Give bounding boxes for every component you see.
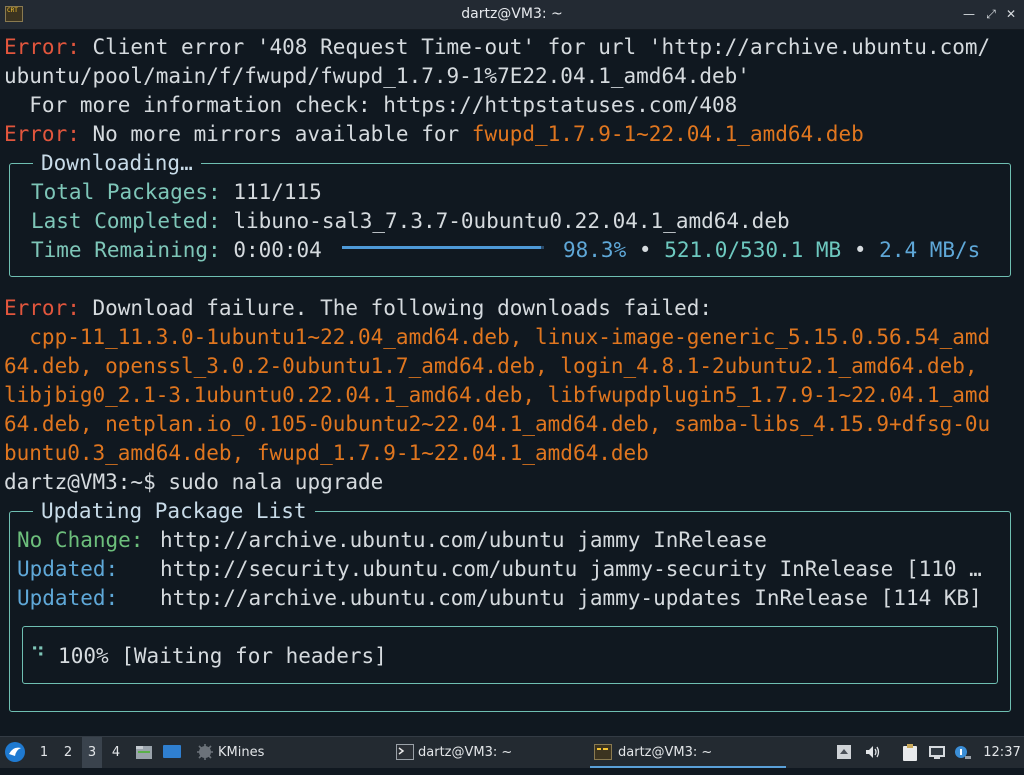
update-url-text: http://archive.ubuntu.com/ubuntu jammy-u… <box>160 586 982 610</box>
workspace-3[interactable]: 3 <box>82 737 102 768</box>
update-row: No Change: <box>17 526 143 555</box>
terminal-line: Error: Download failure. The following d… <box>4 294 712 323</box>
folder-icon <box>136 746 152 759</box>
volume-button[interactable] <box>864 744 880 760</box>
failed-package-list: 64.deb, openssl_3.0.2-0ubuntu1.7_amd64.d… <box>4 354 978 378</box>
terminal-text: For more information check: https://http… <box>4 93 738 117</box>
terminal-window: CRT dartz@VM3: ~ — ⤢ ✕ Error: Client err… <box>0 0 1024 736</box>
total-packages-value: 111/115 <box>233 180 322 204</box>
workspace-4[interactable]: 4 <box>106 737 126 768</box>
file-manager-launcher[interactable] <box>135 737 155 768</box>
network-icon <box>929 746 945 759</box>
task-terminal[interactable]: dartz@VM3: ~ <box>394 737 574 768</box>
error-label: Error: <box>4 35 80 59</box>
prompt-command: sudo nala upgrade <box>168 470 384 494</box>
workspace-1[interactable]: 1 <box>34 737 54 768</box>
terminal-line: For more information check: https://http… <box>4 91 737 120</box>
terminal-line: ubuntu/pool/main/f/fwupd/fwupd_1.7.9-1%7… <box>4 62 750 91</box>
update-url-text: http://security.ubuntu.com/ubuntu jammy-… <box>160 557 982 581</box>
last-completed-value: libuno-sal3_7.3.7-0ubuntu0.22.04.1_amd64… <box>233 209 790 233</box>
update-status: No Change: <box>17 528 144 552</box>
last-completed-label: Last Completed: <box>31 209 221 233</box>
update-url: http://security.ubuntu.com/ubuntu jammy-… <box>160 555 982 584</box>
update-status: Updated: <box>17 586 119 610</box>
maximize-button[interactable]: ⤢ <box>984 6 998 22</box>
separator-dot: • <box>853 238 867 262</box>
terminal-text: Client error '408 Request Time-out' for … <box>79 35 991 59</box>
total-packages-label: Total Packages: <box>31 180 221 204</box>
update-status: Updated: <box>17 557 119 581</box>
failed-package-list: cpp-11_11.3.0-1ubuntu1~22.04_amd64.deb, … <box>4 325 991 349</box>
update-url: http://archive.ubuntu.com/ubuntu jammy I… <box>160 526 767 555</box>
update-url: http://archive.ubuntu.com/ubuntu jammy-u… <box>160 584 982 613</box>
failed-package-list: buntu0.3_amd64.deb, fwupd_1.7.9-1~22.04.… <box>4 441 649 465</box>
prompt-text: dartz@VM3:~$ <box>4 470 169 494</box>
total-packages-row: Total Packages: 111/115 <box>31 178 322 207</box>
terminal-icon <box>396 744 414 760</box>
terminal-output[interactable]: Error: Client error '408 Request Time-ou… <box>0 30 1024 736</box>
spinner-icon: ⠙ <box>30 644 46 668</box>
time-remaining-row: Time Remaining: 0:00:04 <box>31 236 322 265</box>
kmines-icon <box>197 744 213 760</box>
shell-prompt: dartz@VM3:~$ sudo nala upgrade <box>4 468 383 497</box>
terminal-text: Download failure. The following download… <box>79 296 713 320</box>
network-button[interactable] <box>928 744 946 760</box>
chevron-up-icon <box>837 745 851 759</box>
update-row: Updated: <box>17 584 118 613</box>
application-menu-button[interactable] <box>4 737 28 768</box>
notification-button[interactable] <box>952 744 972 760</box>
terminal-text: No more mirrors available for <box>79 122 472 146</box>
close-button[interactable]: ✕ <box>1004 6 1018 22</box>
terminal-line: Error: No more mirrors available for fwu… <box>4 120 864 149</box>
status-text: 100% [Waiting for headers] <box>58 644 387 668</box>
workspace-2[interactable]: 2 <box>58 737 78 768</box>
download-percent: 98.3% <box>563 238 627 262</box>
separator-dot: • <box>638 238 652 262</box>
task-kmines[interactable]: KMines <box>194 737 374 768</box>
download-progress-bar <box>342 246 544 249</box>
task-cool-retro-term[interactable]: dartz@VM3: ~ <box>590 737 786 768</box>
task-label: dartz@VM3: ~ <box>418 745 513 760</box>
failed-package-list: libjbig0_2.1-3.1ubuntu0.22.04.1_amd64.de… <box>4 383 991 407</box>
download-stats: 98.3% • 521.0/530.1 MB • 2.4 MB/s <box>563 236 980 265</box>
clock[interactable]: 12:37 <box>982 737 1022 768</box>
time-remaining-label: Time Remaining: <box>31 238 221 262</box>
tray-up-icon[interactable] <box>836 744 852 760</box>
minimize-button[interactable]: — <box>962 6 976 22</box>
update-row: Updated: <box>17 555 118 584</box>
clipboard-button[interactable] <box>902 744 918 761</box>
desktop-icon <box>163 745 181 758</box>
show-desktop-button[interactable] <box>162 737 184 768</box>
failed-package-list: 64.deb, netplan.io_0.105-0ubuntu2~22.04.… <box>4 412 991 436</box>
terminal-text: ubuntu/pool/main/f/fwupd/fwupd_1.7.9-1%7… <box>4 64 750 88</box>
lubuntu-logo-icon <box>5 742 25 762</box>
update-url-text: http://archive.ubuntu.com/ubuntu jammy I… <box>160 528 767 552</box>
info-icon <box>955 746 971 759</box>
volume-icon <box>866 746 880 758</box>
task-label: dartz@VM3: ~ <box>618 745 713 760</box>
downloading-title: Downloading… <box>33 149 201 178</box>
taskbar: 1 2 3 4 KMines dartz@VM3: ~ dartz@VM3: ~… <box>0 736 1024 768</box>
updating-title: Updating Package List <box>33 497 315 526</box>
status-line: ⠙ 100% [Waiting for headers] <box>30 642 387 671</box>
error-label: Error: <box>4 122 80 146</box>
error-label: Error: <box>4 296 80 320</box>
time-remaining-value: 0:00:04 <box>233 238 322 262</box>
package-name: fwupd_1.7.9-1~22.04.1_amd64.deb <box>471 122 864 146</box>
last-completed-row: Last Completed: libuno-sal3_7.3.7-0ubunt… <box>31 207 790 236</box>
download-speed: 2.4 MB/s <box>879 238 981 262</box>
download-size: 521.0/530.1 MB <box>664 238 842 262</box>
terminal-line: Error: Client error '408 Request Time-ou… <box>4 33 990 62</box>
window-titlebar[interactable]: CRT dartz@VM3: ~ — ⤢ ✕ <box>0 0 1024 30</box>
download-progress-fill <box>342 246 541 249</box>
task-label: KMines <box>218 745 265 760</box>
cool-retro-term-icon <box>594 744 612 760</box>
clipboard-icon <box>903 744 917 761</box>
window-title: dartz@VM3: ~ <box>461 6 563 22</box>
